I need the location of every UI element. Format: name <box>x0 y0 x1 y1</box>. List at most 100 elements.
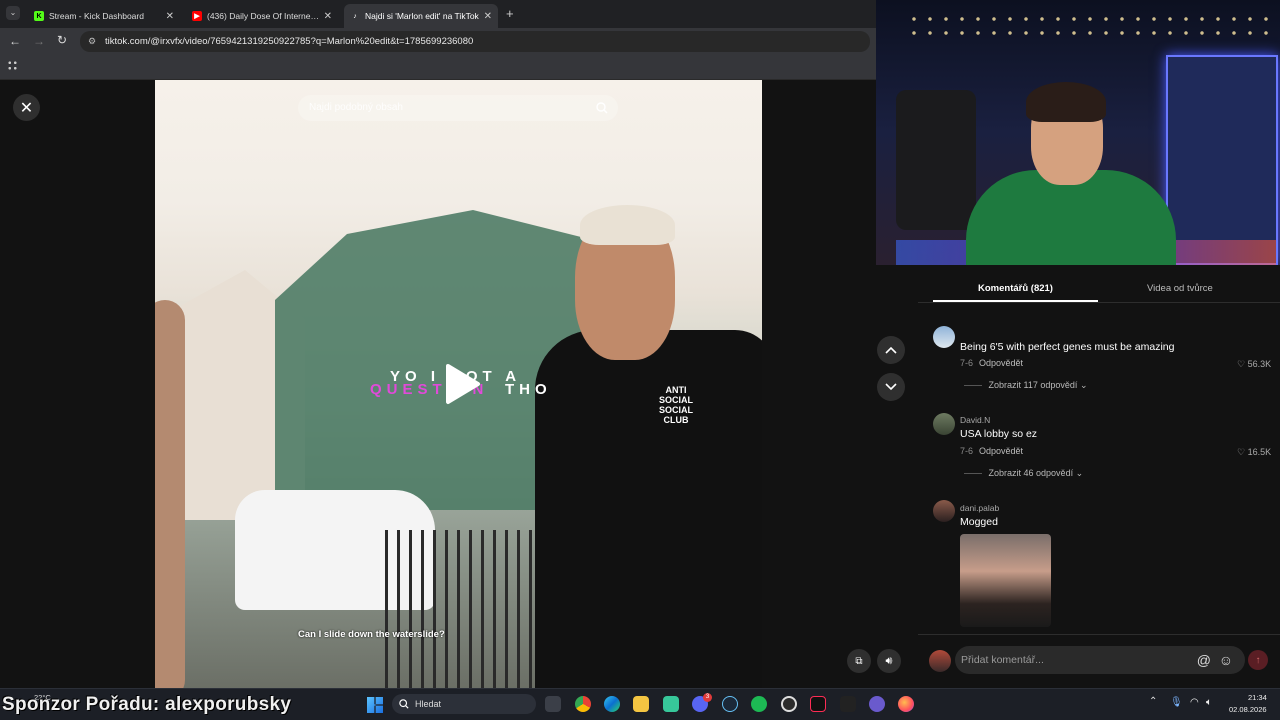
obs-icon[interactable] <box>781 696 797 712</box>
clock-time[interactable]: 21:34 <box>1248 693 1267 702</box>
tab-creator-videos[interactable]: Videa od tvůrce <box>1147 283 1213 294</box>
comment-meta: 7-6 Odpovědět <box>960 358 1023 368</box>
comment-text: Being 6'5 with perfect genes must be ama… <box>960 341 1175 353</box>
tab-youtube[interactable]: ▶ (436) Daily Dose Of Internet - Yo ✕ <box>186 4 338 28</box>
search-icon[interactable] <box>596 102 608 114</box>
like-count[interactable]: ♡ 56.3K <box>1237 359 1271 370</box>
browser-tab-bar: ⌄ K Stream - Kick Dashboard ✕ ▶ (436) Da… <box>0 0 876 28</box>
url-text: tiktok.com/@irxvfx/video/765942131925092… <box>105 36 474 47</box>
view-replies-link[interactable]: Zobrazit 46 odpovědí ⌄ <box>964 468 1084 479</box>
emoji-icon[interactable]: ☺ <box>1219 646 1233 674</box>
notepad-icon[interactable] <box>663 696 679 712</box>
reply-link[interactable]: Odpovědět <box>979 446 1023 456</box>
floating-player-button[interactable]: ⧉ <box>847 649 871 673</box>
mention-icon[interactable]: @ <box>1197 646 1211 674</box>
comment-username[interactable]: David.N <box>960 415 990 425</box>
comment-input[interactable]: Přidat komentář... @ ☺ <box>955 646 1245 674</box>
microphone-icon[interactable]: 🎙︎ <box>1170 697 1183 708</box>
play-icon[interactable] <box>440 362 484 406</box>
address-bar[interactable]: ⚙ tiktok.com/@irxvfx/video/7659421319250… <box>80 31 870 52</box>
forward-arrow-icon[interactable]: → <box>33 34 45 48</box>
string-lights <box>906 12 1276 42</box>
clock-date[interactable]: 02.08.2026 <box>1229 705 1267 714</box>
chevron-down-icon: ⌄ <box>1079 380 1088 390</box>
firefox-icon[interactable] <box>898 696 914 712</box>
avatar[interactable] <box>933 326 955 348</box>
comment-meta: 7-6 Odpovědět <box>960 446 1023 456</box>
streamer-hair <box>1026 82 1106 122</box>
like-count[interactable]: ♡ 16.5K <box>1237 447 1271 458</box>
site-info-icon[interactable]: ⚙ <box>88 31 96 52</box>
wifi-icon[interactable]: ◠ <box>1190 697 1199 708</box>
comment-text: Mogged <box>960 516 998 528</box>
view-replies-label: Zobrazit 46 odpovědí <box>988 468 1074 478</box>
heart-icon: ♡ <box>1237 447 1246 457</box>
task-view-icon[interactable] <box>545 696 561 712</box>
video-caption-line2: THO <box>505 381 552 398</box>
file-explorer-icon[interactable] <box>633 696 649 712</box>
close-tab-icon[interactable]: ✕ <box>484 11 492 22</box>
sponsor-overlay: Sponzor Pořadu: alexporubsky <box>2 694 292 715</box>
avatar[interactable] <box>929 650 951 672</box>
gaming-chair <box>896 90 976 230</box>
shelf <box>1166 55 1278 265</box>
chevron-down-icon: ⌄ <box>1075 468 1084 478</box>
back-arrow-icon[interactable]: ← <box>9 34 21 48</box>
like-value: 16.5K <box>1247 447 1272 457</box>
tab-label: Najdi si 'Marlon edit' na TikTok <box>365 11 479 21</box>
floating-player-icon: ⧉ <box>855 655 863 667</box>
comment-input-placeholder: Přidat komentář... <box>961 654 1044 666</box>
taskbar-search-label: Hledat <box>415 699 442 709</box>
search-icon <box>399 699 409 709</box>
tab-label: (436) Daily Dose Of Internet - Yo <box>207 11 320 21</box>
kick-icon: K <box>34 11 44 21</box>
chevron-down-icon <box>885 383 897 391</box>
capcut-icon[interactable] <box>840 696 856 712</box>
apps-grid-icon[interactable] <box>7 60 18 71</box>
comment-username[interactable]: dani.palab <box>960 503 999 513</box>
new-tab-icon[interactable]: + <box>506 6 514 21</box>
comment-image[interactable] <box>960 534 1051 627</box>
iron-fence <box>385 530 555 688</box>
spotify-icon[interactable] <box>751 696 767 712</box>
close-icon: ✕ <box>19 99 34 117</box>
edge-icon[interactable] <box>604 696 620 712</box>
app-icon[interactable] <box>869 696 885 712</box>
avatar[interactable] <box>933 500 955 522</box>
shirt-logo: ANTI SOCIAL SOCIAL CLUB <box>658 385 693 425</box>
tiktok-app-icon[interactable] <box>810 696 826 712</box>
tab-search-dropdown[interactable]: ⌄ <box>6 6 20 20</box>
notification-badge: 3 <box>703 693 712 702</box>
heart-icon: ♡ <box>1237 359 1246 369</box>
volume-icon: 🔊︎ <box>885 654 893 667</box>
next-video-button[interactable] <box>877 373 905 401</box>
video-search-bar[interactable]: Najdi podobný obsah <box>298 95 618 121</box>
tab-kick-dashboard[interactable]: K Stream - Kick Dashboard ✕ <box>28 4 180 28</box>
close-tab-icon[interactable]: ✕ <box>324 11 332 22</box>
speaker-icon[interactable]: 🔈︎ <box>1206 697 1212 708</box>
tiktok-icon: ♪ <box>353 12 357 20</box>
video-subtitle: Can I slide down the waterslide? <box>298 629 445 640</box>
previous-video-button[interactable] <box>877 336 905 364</box>
tray-chevron-up-icon[interactable]: ⌃ <box>1149 696 1157 707</box>
tab-tiktok[interactable]: ♪ Najdi si 'Marlon edit' na TikTok ✕ <box>344 4 498 28</box>
chrome-icon[interactable] <box>575 696 591 712</box>
view-replies-link[interactable]: Zobrazit 117 odpovědí ⌄ <box>964 380 1088 391</box>
person-right-hair <box>580 205 675 245</box>
close-tab-icon[interactable]: ✕ <box>166 11 174 22</box>
comment-date: 7-6 <box>960 446 974 456</box>
volume-button[interactable]: 🔊︎ <box>877 649 901 673</box>
steam-icon[interactable] <box>722 696 738 712</box>
comment-date: 7-6 <box>960 358 974 368</box>
taskbar-search[interactable]: Hledat <box>392 694 536 714</box>
comment-text: USA lobby so ez <box>960 428 1038 440</box>
tab-label: Stream - Kick Dashboard <box>49 11 144 21</box>
avatar[interactable] <box>933 413 955 435</box>
divider <box>918 634 1280 635</box>
divider <box>918 302 1280 303</box>
tab-comments[interactable]: Komentářů (821) <box>978 283 1053 294</box>
reply-link[interactable]: Odpovědět <box>979 358 1023 368</box>
reload-icon[interactable]: ↻ <box>57 33 67 47</box>
send-button[interactable]: ↑ <box>1248 650 1268 670</box>
close-video-button[interactable]: ✕ <box>13 94 40 121</box>
